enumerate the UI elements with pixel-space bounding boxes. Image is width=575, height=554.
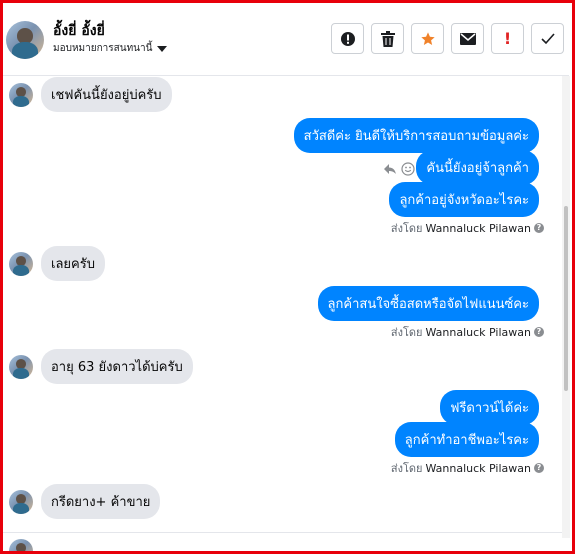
message-bubble[interactable]: ฟรีดาวน์ได้ค่ะ [440,390,539,425]
message-bubble[interactable]: อายุ 63 ยังดาวได้บ่ครับ [41,349,193,384]
mail-icon [459,32,476,45]
trash-icon [380,30,395,47]
spam-button[interactable]: ! [491,23,524,54]
scrollbar-thumb[interactable] [564,206,568,391]
message-bubble[interactable]: เชฟคันนี้ยังอยู่บ่ครับ [41,77,172,112]
message-bubble[interactable]: กรีดยาง+ ค้าขาย [41,484,161,519]
divider [3,532,569,533]
sent-by-label: ส่งโดย Wannaluck Pilawan ? [391,219,544,237]
star-button[interactable] [411,23,444,54]
sent-by-prefix: ส่งโดย [390,326,423,339]
sent-by-prefix: ส่งโดย [390,222,423,235]
sent-by-prefix: ส่งโดย [390,462,423,475]
customer-avatar [9,82,33,107]
agent-name: Wannaluck Pilawan [425,325,532,339]
help-icon[interactable]: ? [534,327,544,337]
alert-circle-icon [340,31,355,46]
assign-conversation-dropdown[interactable]: มอบหมายการสนทนานี้ [53,41,168,56]
message-bubble[interactable]: ลูกค้าอยู่จังหวัดอะไรคะ [389,182,539,217]
alert-button[interactable] [331,23,364,54]
message-bubble[interactable]: สวัสดีค่ะ ยินดีให้บริการสอบถามข้อมูลค่ะ [293,118,539,153]
caret-down-icon [157,45,168,52]
conversation-header: อั้งยี่ อั้งยี่ มอบหมายการสนทนานี้ ! [3,3,569,76]
customer-avatar [9,354,33,379]
message-bubble[interactable]: ลูกค้าทำอาชีพอะไรคะ [394,422,539,457]
partial-message-row [9,539,559,551]
sent-by-label: ส่งโดย Wannaluck Pilawan ? [391,459,544,477]
customer-avatar [9,251,33,276]
sent-by-label: ส่งโดย Wannaluck Pilawan ? [391,323,544,341]
done-button[interactable] [531,23,564,54]
customer-avatar [9,489,33,514]
star-icon [420,31,435,45]
toolbar: ! [331,23,564,54]
message-bubble[interactable]: ลูกค้าสนใจซื้อสดหรือจัดไฟแนนซ์คะ [317,286,539,321]
message-thread[interactable]: เชฟคันนี้ยังอยู่บ่ครับ สวัสดีค่ะ ยินดีให… [3,76,559,551]
scrollbar[interactable] [562,76,570,538]
check-icon [540,32,555,44]
help-icon[interactable]: ? [534,463,544,473]
reply-icon[interactable] [383,163,397,175]
customer-name[interactable]: อั้งยี่ อั้งยี่ [53,20,105,42]
message-bubble[interactable]: คันนี้ยังอยู่จ้าลูกค้า [416,150,539,185]
incoming-message: อายุ 63 ยังดาวได้บ่ครับ [9,349,193,384]
help-icon[interactable]: ? [534,223,544,233]
agent-name: Wannaluck Pilawan [425,461,532,475]
assign-label: มอบหมายการสนทนานี้ [53,43,153,54]
agent-name: Wannaluck Pilawan [425,221,532,235]
delete-button[interactable] [371,23,404,54]
emoji-react-icon[interactable] [401,162,415,176]
exclamation-icon: ! [503,29,512,48]
incoming-message: เลยครับ [9,246,105,281]
incoming-message: กรีดยาง+ ค้าขาย [9,484,161,519]
message-bubble[interactable]: เลยครับ [41,246,105,281]
message-actions [383,162,415,176]
incoming-message: เชฟคันนี้ยังอยู่บ่ครับ [9,77,172,112]
customer-avatar[interactable] [6,21,44,59]
customer-avatar [9,539,33,551]
mark-unread-button[interactable] [451,23,484,54]
